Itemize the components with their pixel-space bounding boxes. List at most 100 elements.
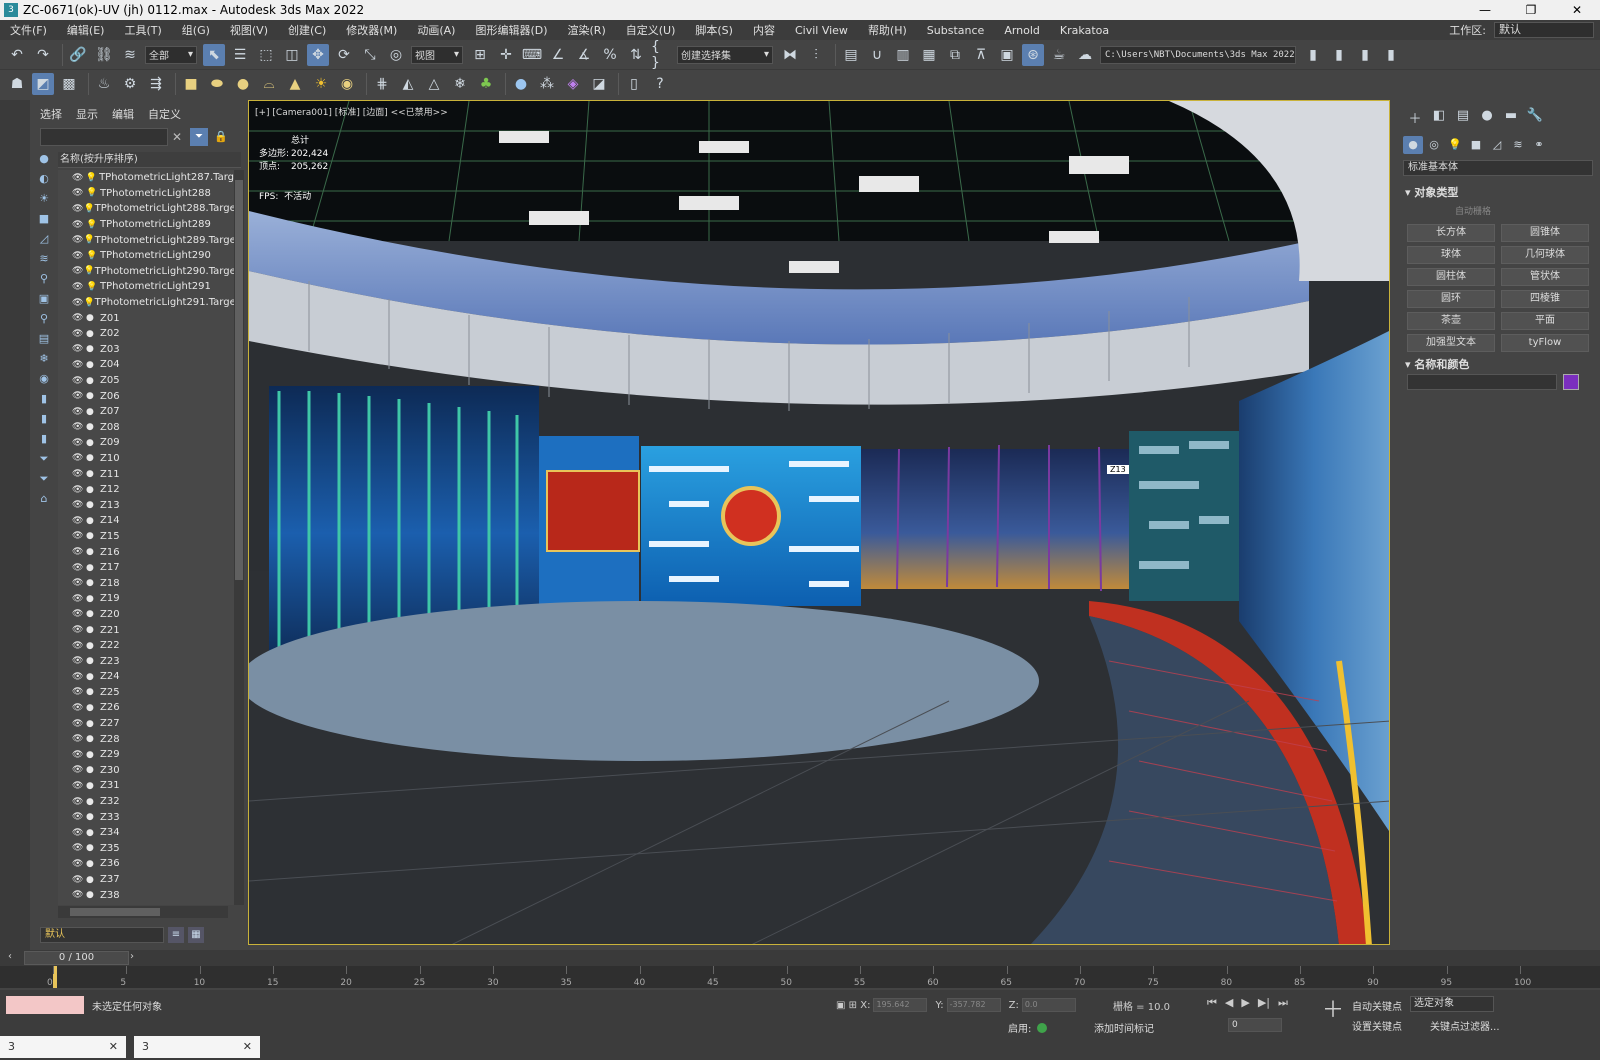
menu-tools[interactable]: 工具(T): [114, 22, 171, 38]
layer-select[interactable]: 默认: [40, 927, 164, 943]
track-bar[interactable]: 0 5 10 15 20 25 30 35 40 45 50 55 60 65 70 75 80 85 90 95 10…: [0, 966, 1600, 988]
snaps-toggle-icon[interactable]: ∠: [547, 44, 569, 66]
undo-icon[interactable]: ↶: [6, 44, 28, 66]
visibility-eye-icon[interactable]: 👁: [72, 875, 86, 885]
visibility-eye-icon[interactable]: 👁: [72, 656, 86, 666]
menu-customize[interactable]: 自定义(U): [616, 22, 686, 38]
display-particles-icon[interactable]: ❄: [35, 350, 53, 368]
visibility-eye-icon[interactable]: 👁: [72, 734, 86, 744]
redo-icon[interactable]: ↷: [32, 44, 54, 66]
filter-settings-icon[interactable]: ⏷: [35, 470, 53, 488]
plane-button[interactable]: 平面: [1501, 312, 1589, 330]
list-item[interactable]: 👁 ● Z29: [58, 747, 234, 763]
taskbar-item[interactable]: 3 ✕: [0, 1036, 126, 1058]
funnel-icon[interactable]: ⏷: [35, 450, 53, 468]
menu-rendering[interactable]: 渲染(R): [558, 22, 616, 38]
menu-edit[interactable]: 编辑(E): [57, 22, 115, 38]
tyflow-button[interactable]: tyFlow: [1501, 334, 1589, 352]
list-item[interactable]: 👁 💡 TPhotometricLight289: [58, 217, 234, 233]
add-time-tag[interactable]: 添加时间标记: [1094, 1020, 1154, 1035]
list-item[interactable]: 👁 ● Z04: [58, 357, 234, 373]
visibility-eye-icon[interactable]: 👁: [72, 812, 86, 822]
select-by-name-icon[interactable]: ☰: [229, 44, 251, 66]
absolute-mode-icon[interactable]: ⊞: [849, 1000, 857, 1011]
visibility-eye-icon[interactable]: 👁: [72, 641, 86, 651]
manage-project-icon[interactable]: ▮: [1380, 44, 1402, 66]
visibility-eye-icon[interactable]: 👁: [72, 625, 86, 635]
visibility-eye-icon[interactable]: 👁: [72, 594, 86, 604]
menu-help[interactable]: 帮助(H): [858, 22, 917, 38]
visibility-eye-icon[interactable]: 👁: [72, 235, 83, 245]
list-item[interactable]: 👁 ● Z07: [58, 404, 234, 420]
maxscript-listener-field[interactable]: [6, 996, 84, 1014]
render-frame-icon[interactable]: ⊛: [1022, 43, 1044, 66]
xref-icon[interactable]: ⇶: [145, 73, 167, 95]
schematic-view-icon[interactable]: ⧉: [944, 44, 966, 66]
taskbar-item[interactable]: 3 ✕: [134, 1036, 260, 1058]
list-item[interactable]: 👁 💡 TPhotometricLight290: [58, 248, 234, 264]
scene-list-vscrollbar[interactable]: [234, 170, 244, 905]
clear-search-icon[interactable]: ✕: [172, 130, 182, 144]
curve-editor-icon[interactable]: ▦: [918, 44, 940, 66]
layer-explorer-icon[interactable]: ▤: [840, 44, 862, 66]
visibility-eye-icon[interactable]: 👁: [72, 173, 86, 183]
visibility-eye-icon[interactable]: 👁: [72, 500, 86, 510]
display-containers-icon[interactable]: ▤: [35, 330, 53, 348]
reference-coord-select[interactable]: 视图 ▾: [411, 45, 463, 64]
visibility-eye-icon[interactable]: 👁: [72, 313, 86, 323]
list-item[interactable]: 👁 ● Z24: [58, 669, 234, 685]
help-icon[interactable]: ?: [649, 73, 671, 95]
viewport-camera[interactable]: [+] [Camera001] [标准] [边面] <<已禁用>> 总计 多边形…: [248, 100, 1390, 945]
list-item[interactable]: 👁 ● Z31: [58, 778, 234, 794]
list-item[interactable]: 👁 💡 TPhotometricLight291: [58, 279, 234, 295]
modify-tab-icon[interactable]: ◧: [1427, 108, 1451, 126]
align-icon[interactable]: ⫶: [805, 44, 827, 66]
autogrid-checkbox[interactable]: 自动栅格: [1455, 204, 1491, 217]
frame-display[interactable]: 0 / 100: [24, 951, 129, 965]
list-item[interactable]: 👁 ● Z32: [58, 794, 234, 810]
save-project-icon[interactable]: ▮: [1328, 44, 1350, 66]
create-tab-icon[interactable]: ＋: [1403, 108, 1427, 127]
visibility-eye-icon[interactable]: 👁: [72, 843, 86, 853]
visibility-eye-icon[interactable]: 👁: [72, 781, 86, 791]
visibility-eye-icon[interactable]: 👁: [72, 547, 86, 557]
set-key-button[interactable]: 设置关键点: [1352, 1018, 1402, 1033]
display-helpers-icon[interactable]: ◿: [35, 230, 53, 248]
render-setup-icon[interactable]: ▣: [996, 44, 1018, 66]
auto-key-button[interactable]: 自动关键点: [1352, 998, 1402, 1013]
close-icon[interactable]: ✕: [109, 1036, 118, 1058]
visibility-eye-icon[interactable]: 👁: [72, 329, 86, 339]
wedge-icon[interactable]: ◭: [397, 73, 419, 95]
list-item[interactable]: 👁 ● Z05: [58, 373, 234, 389]
ribbon-icon[interactable]: ▥: [892, 44, 914, 66]
visibility-eye-icon[interactable]: 👁: [72, 469, 86, 479]
display-spacewarps-icon[interactable]: ≋: [35, 250, 53, 268]
sphere-icon[interactable]: ●: [232, 73, 254, 95]
prev-frame-icon[interactable]: ‹: [8, 951, 12, 962]
visibility-eye-icon[interactable]: 👁: [72, 516, 86, 526]
display-xrefs-icon[interactable]: ▣: [35, 290, 53, 308]
spacewarps-icon[interactable]: ≋: [1508, 136, 1528, 154]
list-item[interactable]: 👁 ● Z03: [58, 342, 234, 358]
previous-frame-icon[interactable]: ◀: [1225, 996, 1233, 1010]
display-geometry-icon[interactable]: ●: [35, 150, 53, 168]
list-item[interactable]: 👁 💡 TPhotometricLight290.Targe: [58, 264, 234, 280]
y-field[interactable]: -357.782: [946, 998, 1001, 1012]
workspace-select[interactable]: 默认: [1494, 22, 1594, 38]
display-shapes-icon[interactable]: ◐: [35, 170, 53, 188]
display-groups-icon[interactable]: ⚲: [35, 270, 53, 288]
display-all-icon[interactable]: ▮: [35, 390, 53, 408]
menu-substance[interactable]: Substance: [917, 24, 995, 37]
visibility-eye-icon[interactable]: 👁: [72, 407, 86, 417]
list-item[interactable]: 👁 ● Z28: [58, 731, 234, 747]
close-button[interactable]: ✕: [1554, 0, 1600, 20]
menu-krakatoa[interactable]: Krakatoa: [1050, 24, 1119, 37]
cone-icon[interactable]: ▲: [284, 73, 306, 95]
list-item[interactable]: 👁 💡 TPhotometricLight287.Targ: [58, 170, 234, 186]
list-item[interactable]: 👁 💡 TPhotometricLight291.Targe: [58, 295, 234, 311]
cone-button[interactable]: 圆锥体: [1501, 224, 1589, 242]
systems-icon[interactable]: ⚭: [1529, 136, 1549, 154]
layer-manager-icon[interactable]: ▦: [188, 927, 204, 943]
unlink-icon[interactable]: ⛓: [93, 44, 115, 66]
scrollbar-thumb[interactable]: [235, 180, 243, 580]
